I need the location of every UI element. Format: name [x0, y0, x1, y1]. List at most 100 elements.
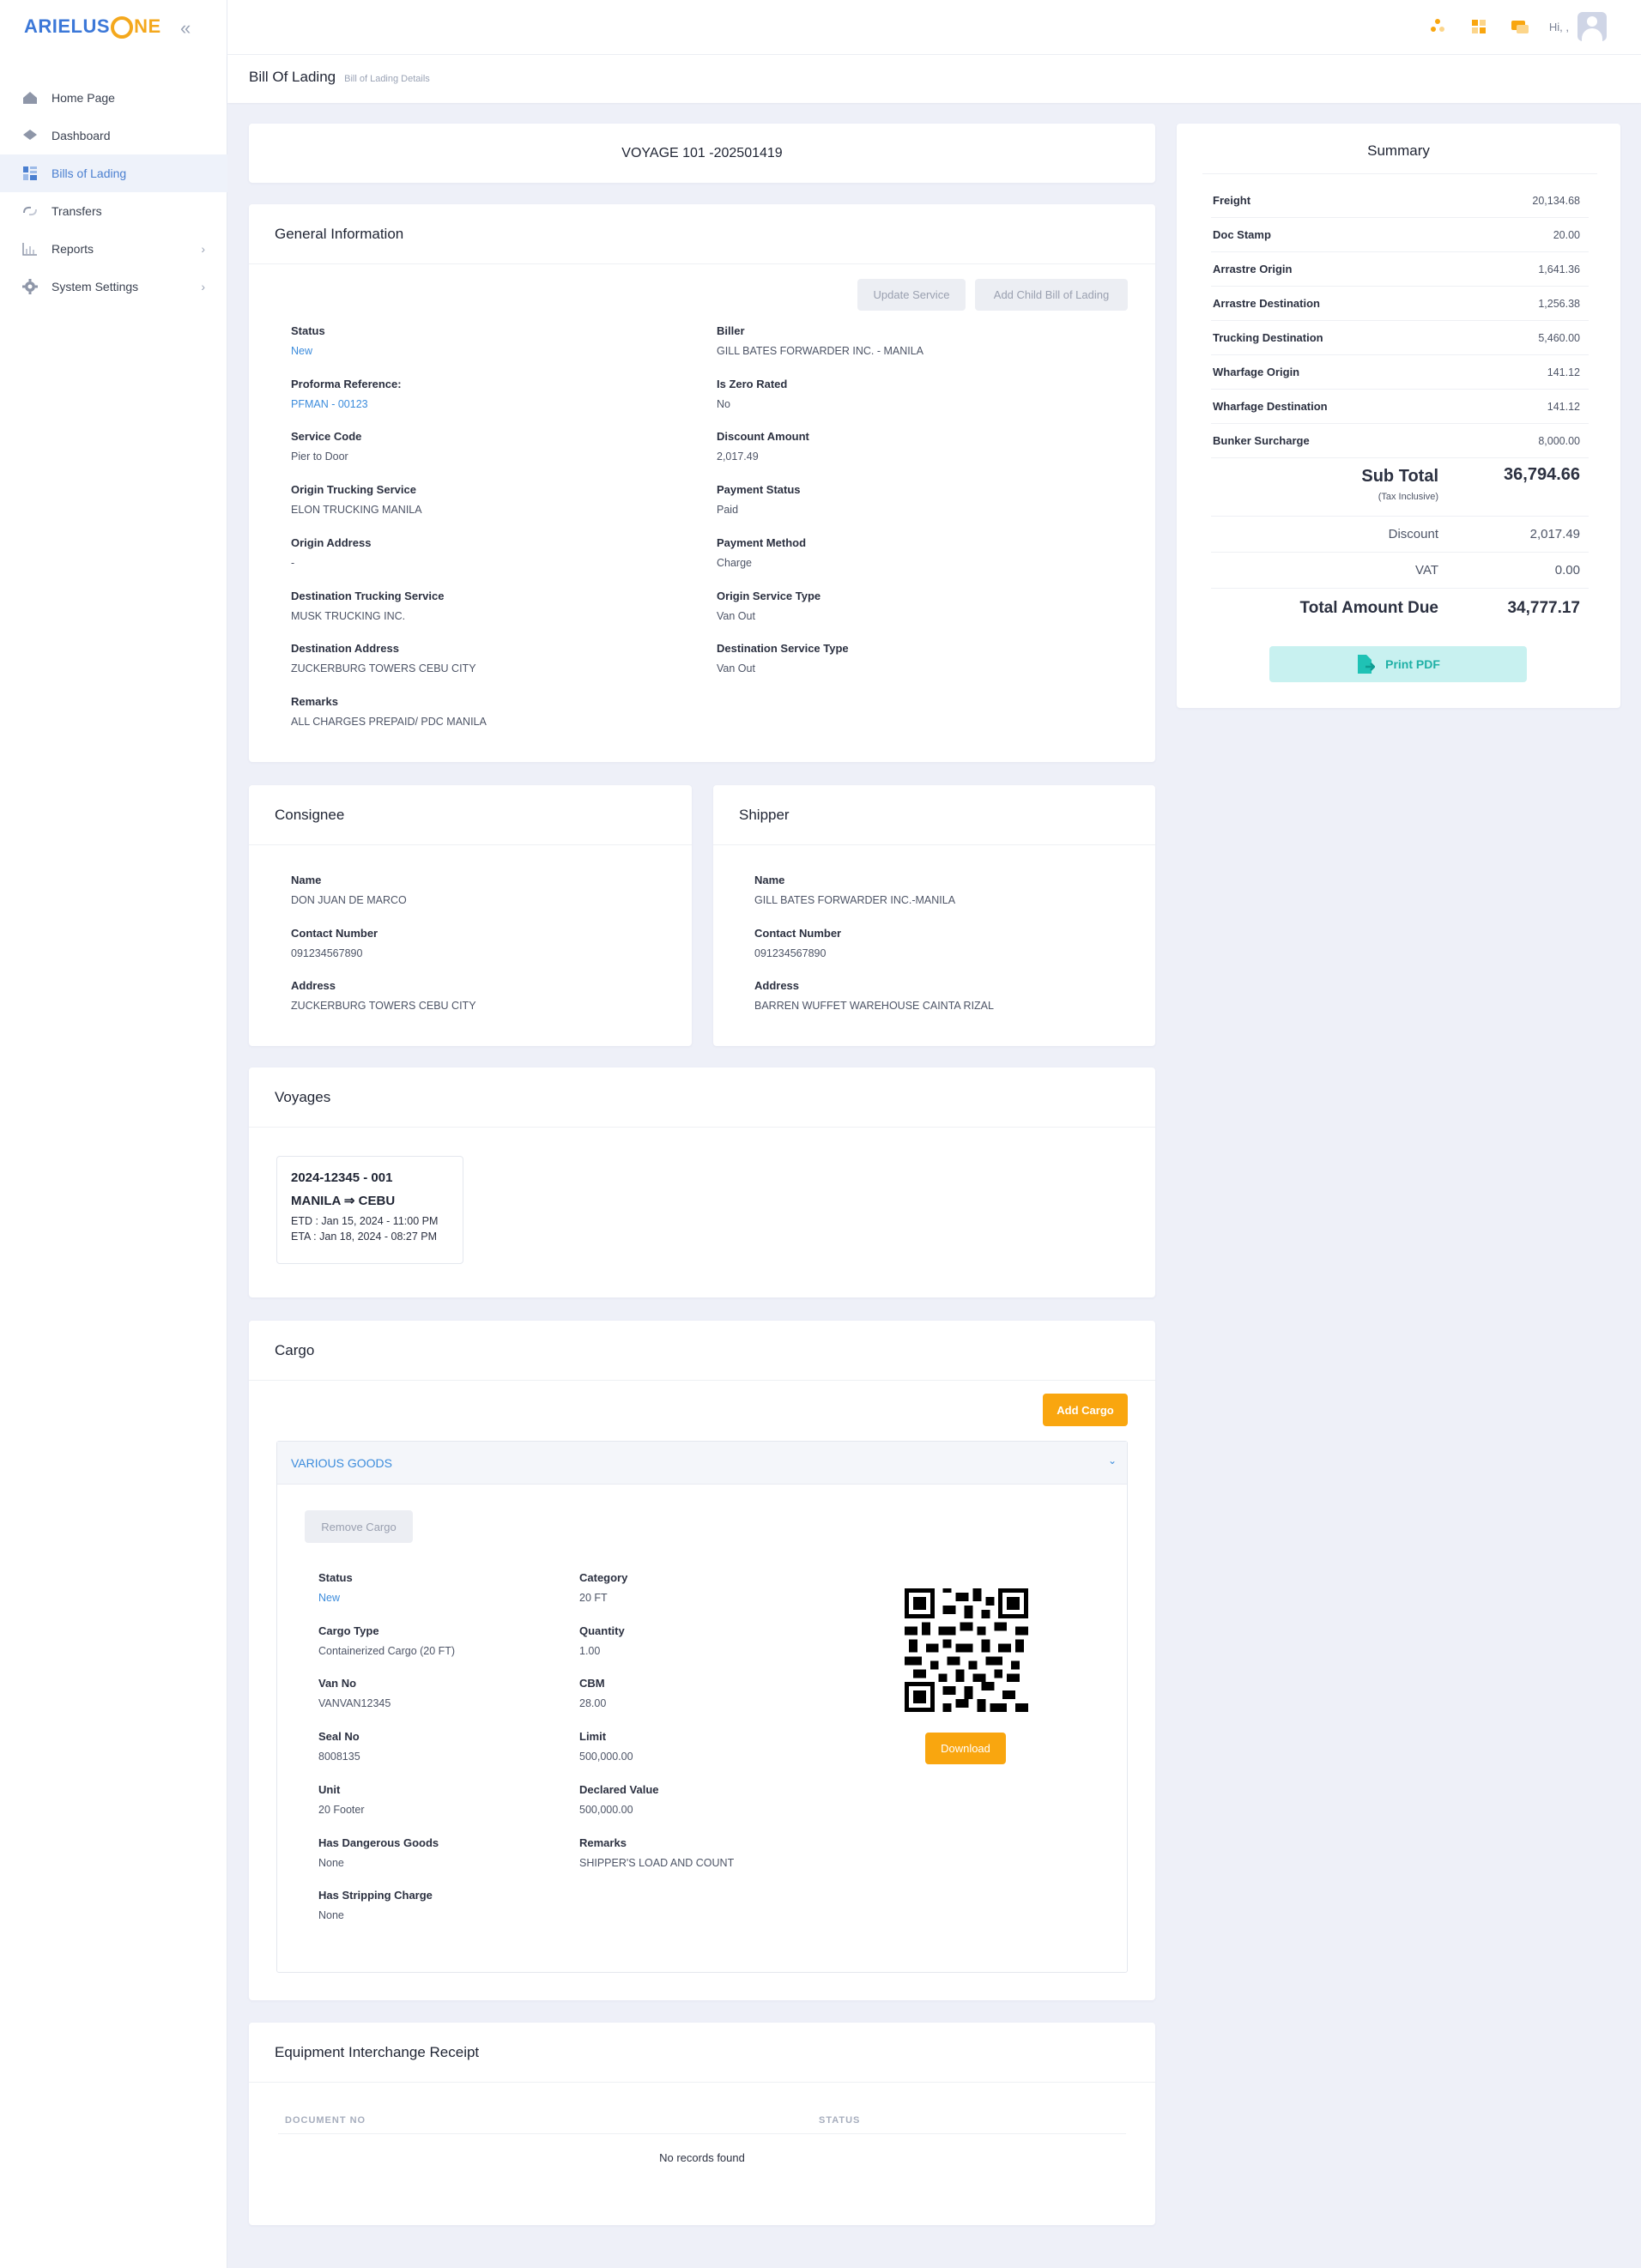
- cargo-accordion-title: VARIOUS GOODS: [291, 1455, 392, 1470]
- field-label: Discount Amount: [717, 430, 809, 444]
- field-value: Paid: [717, 504, 739, 517]
- field-value[interactable]: PFMAN - 00123: [291, 398, 402, 410]
- brand-logo[interactable]: ARIELUS NE: [24, 15, 161, 39]
- cargo-field: Limit 500,000.00: [579, 1730, 633, 1763]
- discount-value: 2,017.49: [1529, 527, 1580, 541]
- field-value: No: [717, 397, 730, 410]
- remove-cargo-button[interactable]: Remove Cargo: [305, 1510, 413, 1543]
- avatar[interactable]: [1577, 12, 1607, 41]
- field-label: Contact Number: [754, 926, 842, 940]
- voyage-etd: ETD : Jan 15, 2024 - 11:00 PM: [291, 1215, 439, 1227]
- general-field: Origin Trucking Service ELON TRUCKING MAN…: [291, 483, 422, 516]
- discount-label: Discount: [1388, 527, 1438, 541]
- sidebar-item-bills-of-lading[interactable]: Bills of Lading: [0, 154, 227, 192]
- summary-row: Trucking Destination 5,460.00: [1211, 321, 1589, 355]
- column-header-status[interactable]: STATUS: [819, 2115, 860, 2126]
- field-value[interactable]: New: [291, 345, 325, 357]
- eir-table: DOCUMENT NO STATUS No records found: [278, 2108, 1126, 2164]
- download-qr-button[interactable]: Download: [925, 1733, 1006, 1764]
- shipper-field: Name GILL BATES FORWARDER INC.-MANILA: [754, 874, 955, 906]
- grid-icon[interactable]: [1467, 15, 1491, 39]
- field-value: None: [318, 1909, 344, 1922]
- sidebar-item-dashboard[interactable]: Dashboard: [0, 117, 227, 154]
- summary-row: Doc Stamp 20.00: [1211, 218, 1589, 252]
- voyage-item[interactable]: 2024-12345 - 001 MANILA ⇒ CEBU ETD : Jan…: [276, 1156, 463, 1264]
- field-value: ZUCKERBURG TOWERS CEBU CITY: [291, 662, 476, 675]
- summary-row-value: 141.12: [1547, 366, 1580, 378]
- field-value: 091234567890: [754, 947, 827, 959]
- general-field: Is Zero Rated No: [717, 378, 787, 410]
- update-service-button[interactable]: Update Service: [857, 279, 966, 311]
- field-label: Address: [754, 979, 800, 992]
- summary-row-label: Wharfage Origin: [1213, 366, 1300, 378]
- field-value: ELON TRUCKING MANILA: [291, 504, 422, 517]
- collapse-sidebar-icon[interactable]: «: [180, 17, 191, 39]
- field-value: VANVAN12345: [318, 1697, 391, 1710]
- subtotal-row: Sub Total (Tax Inclusive) 36,794.66: [1211, 465, 1589, 517]
- apps-icon[interactable]: [1426, 15, 1450, 39]
- field-label: Biller: [717, 324, 745, 337]
- field-label: Name: [291, 874, 322, 886]
- home-icon: [22, 90, 38, 106]
- field-value: 2,017.49: [717, 451, 759, 463]
- field-label: Status: [318, 1571, 353, 1584]
- summary-row: Wharfage Destination 141.12: [1211, 390, 1589, 424]
- summary-row: Arrastre Origin 1,641.36: [1211, 252, 1589, 287]
- sidebar-item-label: Dashboard: [51, 129, 111, 142]
- messages-icon[interactable]: [1508, 15, 1532, 39]
- field-value: 500,000.00: [579, 1751, 633, 1763]
- add-child-bill-button[interactable]: Add Child Bill of Lading: [975, 279, 1128, 311]
- summary-row-label: Wharfage Destination: [1213, 400, 1328, 413]
- breadcrumb-sub[interactable]: Bill of Lading Details: [344, 74, 430, 84]
- field-label: Has Dangerous Goods: [318, 1836, 439, 1849]
- vat-label: VAT: [1415, 563, 1438, 578]
- summary-row-label: Doc Stamp: [1213, 228, 1271, 241]
- sidebar-item-reports[interactable]: Reports ›: [0, 230, 227, 268]
- general-field: Origin Address -: [291, 536, 371, 569]
- cargo-accordion-header[interactable]: VARIOUS GOODS ⌄: [277, 1442, 1127, 1485]
- summary-row-label: Trucking Destination: [1213, 331, 1323, 344]
- print-pdf-button[interactable]: Print PDF: [1269, 646, 1527, 682]
- general-field: Discount Amount 2,017.49: [717, 430, 809, 463]
- sidebar-item-system-settings[interactable]: System Settings ›: [0, 268, 227, 305]
- general-field: Service Code Pier to Door: [291, 430, 361, 463]
- summary-row-value: 8,000.00: [1538, 434, 1580, 447]
- consignee-field: Address ZUCKERBURG TOWERS CEBU CITY: [291, 979, 476, 1012]
- sidebar-nav: Home Page Dashboard Bills of Lading Tran…: [0, 79, 227, 305]
- cargo-card: Cargo Add Cargo VARIOUS GOODS ⌄ Remove C…: [249, 1321, 1155, 2000]
- sidebar-item-home[interactable]: Home Page: [0, 79, 227, 117]
- subtotal-value: 36,794.66: [1504, 465, 1580, 484]
- shipper-title: Shipper: [713, 785, 1155, 845]
- consignee-field: Name DON JUAN DE MARCO: [291, 874, 407, 906]
- summary-row: Arrastre Destination 1,256.38: [1211, 287, 1589, 321]
- eir-title: Equipment Interchange Receipt: [249, 2023, 1155, 2083]
- cargo-field: Declared Value 500,000.00: [579, 1783, 659, 1816]
- field-label: Destination Service Type: [717, 642, 849, 656]
- sidebar-item-label: Transfers: [51, 204, 102, 218]
- field-label: Origin Service Type: [717, 589, 821, 602]
- cargo-title: Cargo: [249, 1321, 1155, 1381]
- cargo-field: Has Stripping Charge None: [318, 1889, 433, 1921]
- consignee-card: Consignee Name DON JUAN DE MARCO Contact N…: [249, 785, 692, 1046]
- consignee-field: Contact Number 091234567890: [291, 927, 378, 959]
- cargo-field: Quantity 1.00: [579, 1624, 625, 1657]
- summary-row-label: Bunker Surcharge: [1213, 434, 1310, 447]
- brand-logo-ring: [111, 16, 134, 39]
- cargo-accordion: VARIOUS GOODS ⌄ Remove Cargo Status New Ca…: [276, 1441, 1128, 1973]
- field-label: Origin Trucking Service: [291, 483, 416, 497]
- column-header-document-no[interactable]: DOCUMENT NO: [285, 2115, 366, 2126]
- general-field: Proforma Reference: PFMAN - 00123: [291, 378, 402, 410]
- field-value: 28.00: [579, 1697, 607, 1710]
- summary-row-label: Freight: [1213, 194, 1251, 207]
- sidebar-item-label: Reports: [51, 242, 94, 256]
- eir-card: Equipment Interchange Receipt DOCUMENT N…: [249, 2023, 1155, 2225]
- field-label: Address: [291, 979, 336, 992]
- sidebar-item-transfers[interactable]: Transfers: [0, 192, 227, 230]
- general-field: Destination Address ZUCKERBURG TOWERS CEB…: [291, 642, 476, 674]
- field-value[interactable]: New: [318, 1592, 353, 1604]
- summary-card: Summary Freight 20,134.68 Doc Stamp 20.00 Ar…: [1177, 124, 1620, 708]
- add-cargo-button[interactable]: Add Cargo: [1043, 1394, 1128, 1426]
- document-list-icon: [22, 166, 38, 181]
- sidebar-item-label: Home Page: [51, 91, 115, 105]
- top-bar: Hi, ,: [227, 0, 1641, 55]
